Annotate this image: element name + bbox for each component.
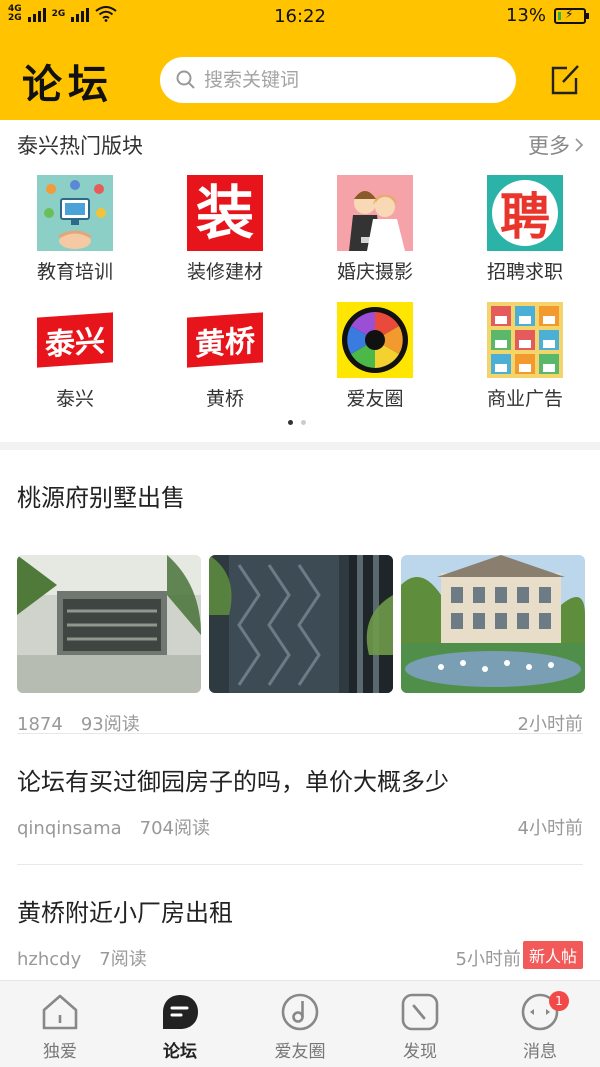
decoration-icon: 装 <box>187 175 263 251</box>
more-label: 更多 <box>528 134 570 158</box>
post-thumbnail[interactable] <box>209 555 393 693</box>
home-icon <box>42 994 78 1030</box>
post-item[interactable]: 论坛有买过御园房子的吗，单价大概多少 qinqinsama 704阅读 4小时前 <box>17 762 583 839</box>
post-thumbnail[interactable] <box>17 555 201 693</box>
page-dot-active <box>288 420 293 425</box>
post-meta: hzhcdy 7阅读 5小时前 新人帖 <box>17 941 583 971</box>
page-title: 论坛 <box>22 62 114 108</box>
hot-sections-panel: 泰兴热门版块 更多 教育培训 装 装修建材 婚庆摄影 聘 招聘求职 泰兴 泰兴 … <box>0 120 600 442</box>
post-reads: 7阅读 <box>99 949 147 970</box>
tab-aiyouquan[interactable]: 爱友圈 <box>240 981 360 1067</box>
tab-forum[interactable]: 论坛 <box>120 981 240 1067</box>
tab-messages[interactable]: 1 消息 <box>480 981 600 1067</box>
post-reads: 704阅读 <box>139 818 211 839</box>
section-item-education[interactable]: 教育培训 <box>0 175 150 284</box>
tab-label: 消息 <box>523 1042 557 1062</box>
divider <box>17 864 583 865</box>
post-thumbnails <box>17 555 585 693</box>
post-reads: 93阅读 <box>80 714 140 735</box>
shops-icon <box>487 302 563 378</box>
post-item[interactable]: 黄桥附近小厂房出租 hzhcdy 7阅读 5小时前 新人帖 <box>17 893 583 970</box>
section-item-recruit[interactable]: 聘 招聘求职 <box>450 175 600 284</box>
battery-percent: 13% <box>505 5 546 26</box>
taixing-icon: 泰兴 <box>37 302 113 378</box>
post-thumbnail[interactable] <box>401 555 585 693</box>
post-feed: 桃源府别墅出售 1874 93阅读 2小时前 论坛有买过御园房子的吗，单价大概多… <box>0 450 600 980</box>
section-item-wedding[interactable]: 婚庆摄影 <box>300 175 450 284</box>
section-item-aiyouquan[interactable]: 爱友圈 <box>300 302 450 411</box>
section-label: 教育培训 <box>36 261 113 283</box>
section-label: 爱友圈 <box>346 388 404 410</box>
section-item-ads[interactable]: 商业广告 <box>450 302 600 411</box>
battery-status: 13% ⚡ <box>505 5 589 26</box>
post-title: 黄桥附近小厂房出租 <box>17 899 233 927</box>
search-bar[interactable] <box>160 57 516 103</box>
battery-level <box>558 11 561 20</box>
post-title: 桃源府别墅出售 <box>17 484 185 512</box>
chevron-right-icon <box>575 138 584 152</box>
post-author: qinqinsama <box>17 818 122 839</box>
section-label: 黄桥 <box>205 388 244 410</box>
section-item-huangqiao[interactable]: 黄桥 黄桥 <box>150 302 300 411</box>
section-label: 泰兴 <box>55 388 94 410</box>
section-item-decoration[interactable]: 装 装修建材 <box>150 175 300 284</box>
section-item-taixing[interactable]: 泰兴 泰兴 <box>0 302 150 411</box>
section-label: 商业广告 <box>486 388 563 410</box>
forum-icon <box>163 995 198 1029</box>
post-author: hzhcdy <box>17 949 82 970</box>
post-author: 1874 <box>17 714 63 735</box>
tab-label: 论坛 <box>163 1042 197 1062</box>
aperture-icon <box>337 302 413 378</box>
page-indicator <box>288 420 306 425</box>
top-header: 4G 2G 2G 16:22 13% ⚡ 论坛 <box>0 0 600 120</box>
compass-icon <box>401 993 439 1031</box>
tab-label: 爱友圈 <box>274 1042 326 1062</box>
bottom-tab-bar: 独爱 论坛 爱友圈 发现 1 消息 <box>0 980 600 1067</box>
more-link[interactable]: 更多 <box>528 130 584 160</box>
section-label: 招聘求职 <box>486 261 563 283</box>
tab-discover[interactable]: 发现 <box>360 981 480 1067</box>
huangqiao-icon: 黄桥 <box>187 302 263 378</box>
wedding-icon <box>337 175 413 251</box>
music-disc-icon <box>281 993 319 1031</box>
section-label: 装修建材 <box>186 261 263 283</box>
search-input[interactable] <box>204 69 494 91</box>
section-heading: 泰兴热门版块 <box>17 134 143 158</box>
post-meta: qinqinsama 704阅读 4小时前 <box>17 814 583 840</box>
divider <box>17 733 583 734</box>
education-icon <box>37 175 113 251</box>
post-time: 4小时前 <box>517 818 583 839</box>
status-bar: 4G 2G 2G 16:22 13% ⚡ <box>0 0 600 34</box>
unread-badge: 1 <box>549 991 569 1011</box>
post-title: 论坛有买过御园房子的吗，单价大概多少 <box>17 768 449 796</box>
tab-label: 发现 <box>403 1042 437 1062</box>
edit-icon[interactable] <box>550 62 582 96</box>
page-dot <box>301 420 306 425</box>
tab-home[interactable]: 独爱 <box>0 981 120 1067</box>
section-label: 婚庆摄影 <box>336 261 413 283</box>
recruit-icon: 聘 <box>487 175 563 251</box>
post-item[interactable]: 桃源府别墅出售 1874 93阅读 2小时前 <box>17 478 585 735</box>
battery-icon: ⚡ <box>554 7 589 24</box>
tab-label: 独爱 <box>43 1042 77 1062</box>
new-user-post-badge: 新人帖 <box>522 941 583 969</box>
post-time: 5小时前 <box>455 949 521 970</box>
search-icon <box>176 70 195 89</box>
